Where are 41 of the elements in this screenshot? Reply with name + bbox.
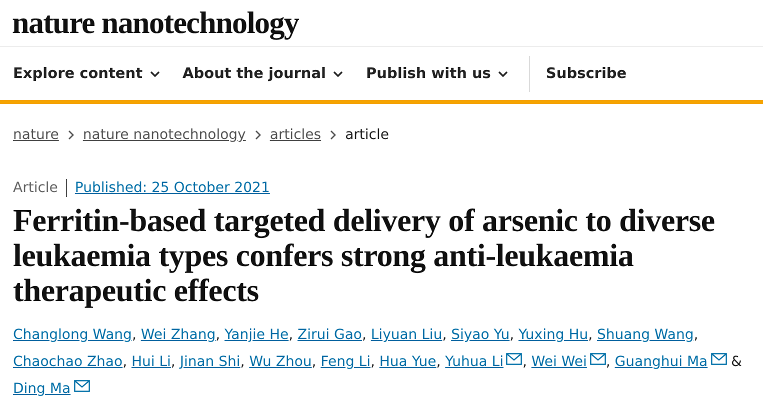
breadcrumb-link[interactable]: nature [13,127,59,143]
chevron-down-icon [498,70,508,76]
article-title: Ferritin-based targeted delivery of arsenic to diverse leukaemia types confers strong anti-leukaemia therapeutic effects [13,203,716,308]
nav-menu-item[interactable]: Subscribe [546,66,627,82]
author-link[interactable]: Feng Li [320,354,370,370]
author-link[interactable]: Siyao Yu [451,327,510,343]
author-link[interactable]: Hui Li [131,354,171,370]
published-date-link[interactable]: Published: 25 October 2021 [74,180,270,196]
author-link[interactable]: Yanjie He [224,327,289,343]
author-link[interactable]: Ding Ma [13,381,71,397]
author-link[interactable]: Changlong Wang [13,327,132,343]
author-link[interactable]: Liyuan Liu [370,327,442,343]
author-link[interactable]: Guanghui Ma [614,354,708,370]
author-link[interactable]: Yuxing Hu [518,327,588,343]
chevron-down-icon [333,70,344,76]
article-type: Article [13,180,58,196]
author-link[interactable]: Jinan Shi [180,354,240,370]
nav-menu-item[interactable]: About the journal [182,66,344,82]
author-link[interactable]: Chaochao Zhao [13,354,123,370]
mail-icon[interactable] [506,353,522,365]
author-link[interactable]: Wei Zhang [140,327,216,343]
chevron-right-icon [254,130,261,140]
chevron-down-icon [150,70,160,76]
author-link[interactable]: Zirui Gao [298,327,362,343]
breadcrumb-current: article [345,127,389,143]
author-link[interactable]: Hua Yue [379,354,436,370]
author-link[interactable]: Shuang Wang [597,327,694,343]
chevron-right-icon [330,130,336,140]
nav-menu-item[interactable]: Explore content [13,66,160,82]
breadcrumb-link[interactable]: articles [270,127,322,143]
journal-logo[interactable]: nature nanotechnology [12,5,299,41]
mail-icon[interactable] [590,353,606,365]
mail-icon[interactable] [710,353,727,365]
chevron-right-icon [68,130,74,140]
author-list: Changlong Wang, Wei Zhang, Yanjie He, Zirui Gao, Liyuan Liu, Siyao Yu, Yuxing Hu, Shuang Wang, Chaochao Zhao, Hui Li, Jinan Shi, Wu Zhou, Feng Li, Hua Yue, Yuhua Li , Wei Wei , Guanghui Ma & Ding Ma [13,322,750,403]
author-link[interactable]: Wei Wei [531,354,587,370]
author-link[interactable]: Wu Zhou [249,354,312,370]
nav-menu-item[interactable]: Publish with us [366,66,508,82]
breadcrumb-link[interactable]: nature nanotechnology [82,127,246,143]
mail-icon[interactable] [74,380,90,392]
author-link[interactable]: Yuhua Li [445,354,504,370]
